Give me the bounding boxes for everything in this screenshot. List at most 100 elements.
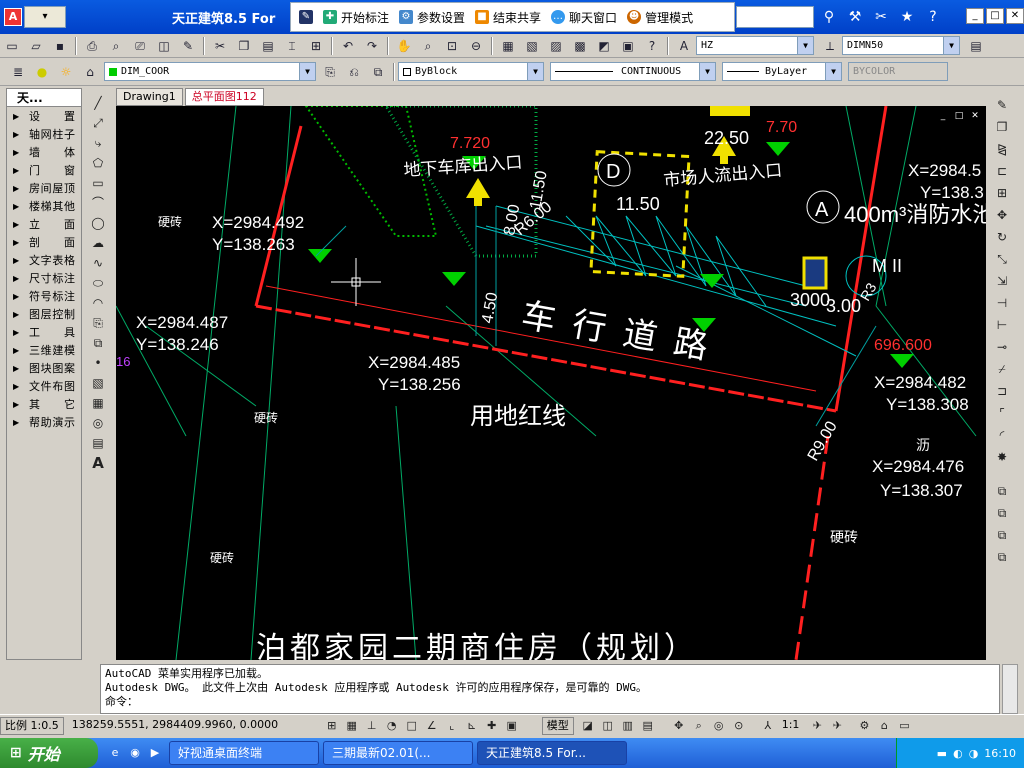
panel-menu-item[interactable]: ▶ 立 面: [7, 215, 81, 233]
panel-menu-item[interactable]: ▶ 文字表格: [7, 251, 81, 269]
trim-icon[interactable]: ⊣: [992, 294, 1012, 312]
qp-icon[interactable]: ▣: [503, 717, 521, 735]
wrench-icon[interactable]: ⚒: [844, 6, 866, 28]
showmotion-icon[interactable]: ⊙: [730, 717, 748, 735]
keyboard-icon[interactable]: ▬: [937, 747, 947, 760]
app-menu-button[interactable]: ▾: [24, 6, 66, 28]
table-icon[interactable]: ▤: [88, 434, 108, 452]
calculator-icon[interactable]: ▣: [618, 36, 638, 56]
scale-icon[interactable]: ⤡: [992, 250, 1012, 268]
start-annotate-button[interactable]: ✚ 开始标注: [323, 9, 389, 26]
quickview-icon[interactable]: ▥: [619, 717, 637, 735]
command-window[interactable]: AutoCAD 菜单实用程序已加载。 Autodesk DWG。 此文件上次由 …: [100, 664, 1000, 714]
clock[interactable]: 16:10: [984, 747, 1016, 760]
zoom-window-icon[interactable]: ⊡: [442, 36, 462, 56]
chat-window-button[interactable]: … 聊天窗口: [551, 9, 617, 26]
rectangle-icon[interactable]: ▭: [88, 174, 108, 192]
make-current-layer-icon[interactable]: ⎘: [320, 62, 340, 82]
star-icon[interactable]: ★: [896, 6, 918, 28]
drawing-canvas[interactable]: X=2984.492 Y=138.263 X=2984.487 Y=138.24…: [116, 106, 986, 660]
zoom-status-icon[interactable]: ⌕: [690, 717, 708, 735]
save-icon[interactable]: ▪: [50, 36, 70, 56]
match-prop-icon[interactable]: ⌶: [282, 36, 302, 56]
copy-icon[interactable]: ❐: [234, 36, 254, 56]
panel-menu-item[interactable]: ▶ 设 置: [7, 107, 81, 125]
offset-icon[interactable]: ⊏: [992, 162, 1012, 180]
pan-status-icon[interactable]: ✥: [670, 717, 688, 735]
layer-on-icon[interactable]: ●: [32, 62, 52, 82]
canvas-minimize-button[interactable]: _: [936, 110, 950, 122]
panel-menu-item[interactable]: ▶ 门 窗: [7, 161, 81, 179]
canvas-restore-button[interactable]: □: [952, 110, 966, 122]
close-button[interactable]: ✕: [1006, 8, 1024, 24]
panel-menu-item[interactable]: ▶ 三维建模: [7, 341, 81, 359]
grid-icon[interactable]: ▦: [343, 717, 361, 735]
lineweight-select[interactable]: ByLayer ▼: [722, 62, 842, 81]
panel-menu-item[interactable]: ▶ 墙 体: [7, 143, 81, 161]
layer-previous-icon[interactable]: ⎌: [344, 62, 364, 82]
dim-style-icon[interactable]: ⟂: [820, 36, 840, 56]
annotation-scale[interactable]: 1:1: [777, 716, 804, 735]
break-icon[interactable]: ⌿: [992, 360, 1012, 378]
pen-button[interactable]: ✎: [299, 10, 313, 24]
point-icon[interactable]: •: [88, 354, 108, 372]
gradient-icon[interactable]: ▦: [88, 394, 108, 412]
polar-icon[interactable]: ◔: [383, 717, 401, 735]
panel-menu-item[interactable]: ▶ 图层控制: [7, 305, 81, 323]
draw-order-below-icon[interactable]: ⧉: [992, 548, 1012, 566]
dyn-icon[interactable]: ⊾: [463, 717, 481, 735]
chamfer-icon[interactable]: ⌜: [992, 404, 1012, 422]
quickview2-icon[interactable]: ▤: [639, 717, 657, 735]
start-button[interactable]: ⊞ 开始: [0, 738, 98, 768]
panel-menu-item[interactable]: ▶ 轴网柱子: [7, 125, 81, 143]
app-icon[interactable]: A: [4, 8, 22, 26]
layer-freeze-icon[interactable]: ☼: [56, 62, 76, 82]
otrack-icon[interactable]: ∠: [423, 717, 441, 735]
hatch-icon[interactable]: ▧: [88, 374, 108, 392]
paste-icon[interactable]: ▤: [258, 36, 278, 56]
lwt-icon[interactable]: ✚: [483, 717, 501, 735]
mtext-icon[interactable]: A: [88, 454, 108, 472]
join-icon[interactable]: ⊐: [992, 382, 1012, 400]
linetype-select[interactable]: CONTINUOUS ▼: [550, 62, 716, 81]
panel-menu-item[interactable]: ▶ 房间屋顶: [7, 179, 81, 197]
block-icon[interactable]: ⊞: [306, 36, 326, 56]
maximize-button[interactable]: □: [986, 8, 1004, 24]
publish-icon[interactable]: ◫: [154, 36, 174, 56]
workspace-icon[interactable]: ⚙: [855, 717, 873, 735]
tool-palette-icon[interactable]: ▨: [546, 36, 566, 56]
mirror-icon[interactable]: ⧎: [992, 140, 1012, 158]
array-icon[interactable]: ⊞: [992, 184, 1012, 202]
steering-wheel-icon[interactable]: ◎: [710, 717, 728, 735]
network-icon[interactable]: ◐: [953, 747, 963, 760]
rotate-icon[interactable]: ↻: [992, 228, 1012, 246]
command-prompt[interactable]: 命令：: [105, 695, 995, 709]
arc-icon[interactable]: ⌒: [88, 194, 108, 212]
ducs-icon[interactable]: ⌞: [443, 717, 461, 735]
plot-icon[interactable]: ⎚: [130, 36, 150, 56]
panel-menu-item[interactable]: ▶ 剖 面: [7, 233, 81, 251]
annotation-scale-icon[interactable]: ⅄: [759, 717, 777, 735]
binoculars-icon[interactable]: ⚲: [818, 6, 840, 28]
tools-icon[interactable]: ✂: [870, 6, 892, 28]
annotation-visibility-icon[interactable]: ✈: [808, 717, 826, 735]
param-settings-button[interactable]: ⚙ 参数设置: [399, 9, 465, 26]
sheet-set-icon[interactable]: ▩: [570, 36, 590, 56]
print-icon[interactable]: ⎙: [82, 36, 102, 56]
redo-icon[interactable]: ↷: [362, 36, 382, 56]
properties-icon[interactable]: ▦: [498, 36, 518, 56]
snap-icon[interactable]: ⊞: [323, 717, 341, 735]
ie-icon[interactable]: e: [106, 744, 124, 762]
circle-icon[interactable]: ◯: [88, 214, 108, 232]
open-file-icon[interactable]: ▱: [26, 36, 46, 56]
draw-order-back-icon[interactable]: ⧉: [992, 504, 1012, 522]
break-at-point-icon[interactable]: ⊸: [992, 338, 1012, 356]
insert-block-icon[interactable]: ⎘: [88, 314, 108, 332]
help-search-input[interactable]: [736, 6, 814, 28]
task-video-terminal[interactable]: 好视通桌面终端: [169, 741, 319, 765]
scale-field[interactable]: 比例 1:0.5: [0, 716, 64, 735]
draw-order-front-icon[interactable]: ⧉: [992, 482, 1012, 500]
lock-icon[interactable]: ⌂: [875, 717, 893, 735]
text-style-select[interactable]: HZ ▼: [696, 36, 814, 55]
markup-icon[interactable]: ◩: [594, 36, 614, 56]
